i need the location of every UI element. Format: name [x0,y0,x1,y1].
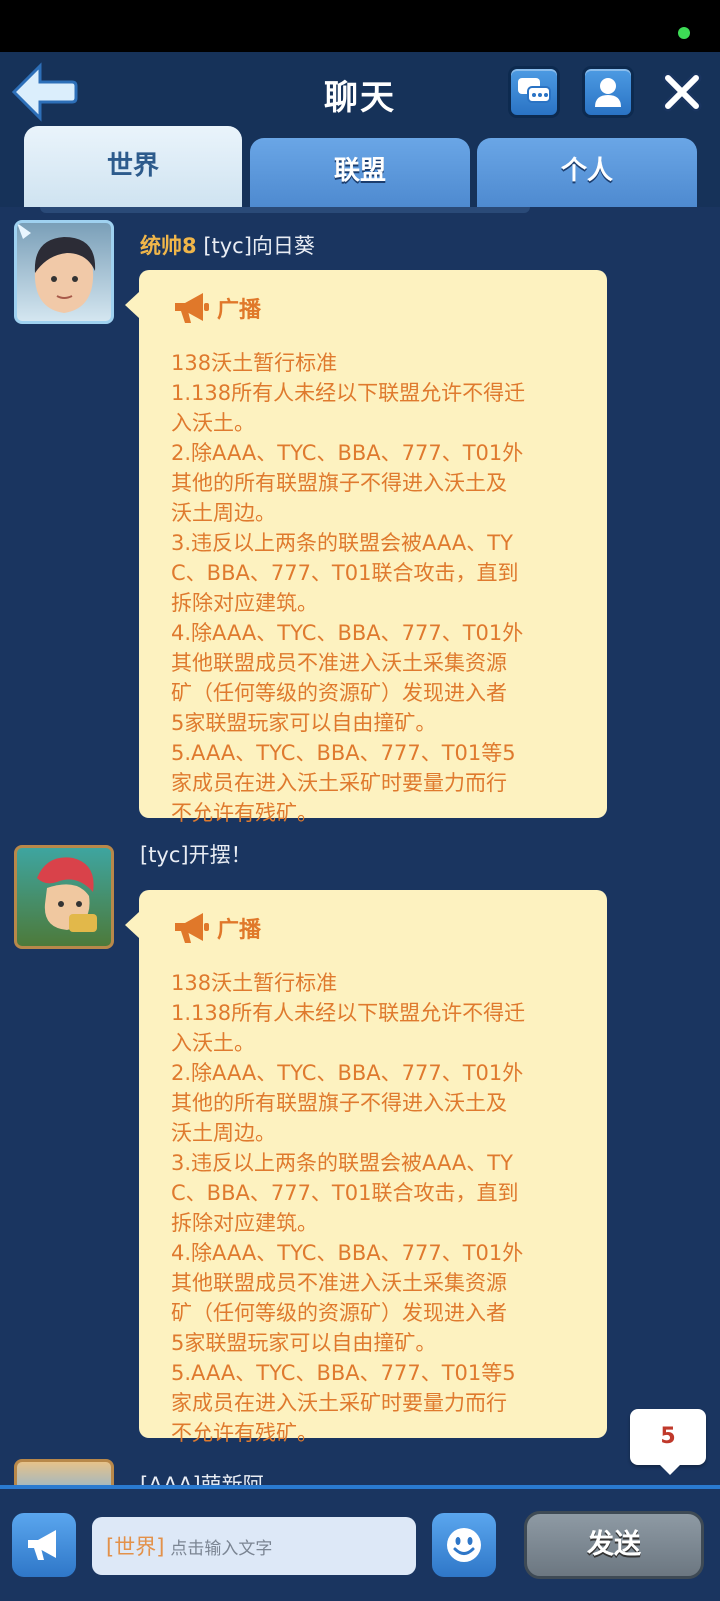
chat-header: 聊天 世界 联盟 个人 [0,52,720,207]
smiley-face-icon [447,1528,481,1562]
status-indicator-dot [678,27,690,39]
message-line: 矿（任何等级的资源矿）发现进入者 [171,1301,507,1325]
sender-name: [tyc]开摆！ [140,843,252,867]
avatar[interactable] [14,1459,114,1485]
message-sender[interactable]: 统帅8 [tyc]向日葵 [140,230,315,260]
message-line: 家成员在进入沃土采矿时要量力而行 [171,1391,507,1415]
emoji-button[interactable] [432,1513,496,1577]
status-bar [0,0,720,52]
message-line: 其他联盟成员不准进入沃土采集资源 [171,1271,507,1295]
avatar[interactable] [14,845,114,949]
message-line: 5家联盟玩家可以自由撞矿。 [171,711,437,735]
message-line: 其他联盟成员不准进入沃土采集资源 [171,651,507,675]
message-line: 沃土周边。 [171,1121,276,1145]
message-line: 4.除AAA、TYC、BBA、777、T01外 [171,621,524,645]
message-line: 不允许有残矿。 [171,801,318,825]
close-button[interactable] [656,66,708,118]
channel-tabs: 世界 联盟 个人 [0,126,720,207]
message-line: C、BBA、777、T01联合攻击，直到 [171,561,519,585]
megaphone-icon [175,293,209,323]
message-line: 138沃土暂行标准 [171,971,338,995]
broadcast-label: 广播 [217,298,262,323]
message-line: 1.138所有人未经以下联盟允许不得迁 [171,381,526,405]
chat-message-list[interactable]: 统帅8 [tyc]向日葵 广播 138沃土暂行标准 1.138所有人未经以下联盟… [0,207,720,1485]
input-placeholder: 点击输入文字 [170,1538,273,1559]
chat-bubbles-icon [518,78,551,103]
message-line: 2.除AAA、TYC、BBA、777、T01外 [171,1061,524,1085]
previous-message-edge [40,207,530,213]
broadcast-button[interactable] [12,1513,76,1577]
broadcast-header: 广播 [171,906,589,950]
message-line: 入沃土。 [171,411,255,435]
message-line: 2.除AAA、TYC、BBA、777、T01外 [171,441,524,465]
player-portrait-icon [37,857,97,932]
message-line: 3.违反以上两条的联盟会被AAA、TY [171,531,513,555]
sender-rank: 统帅8 [140,234,197,258]
person-icon [595,78,621,107]
message-line: 入沃土。 [171,1031,255,1055]
message-line: 1.138所有人未经以下联盟允许不得迁 [171,1001,526,1025]
message-line: 4.除AAA、TYC、BBA、777、T01外 [171,1241,524,1265]
tab-alliance[interactable]: 联盟 [250,138,470,207]
message-sender[interactable]: [AAA]萌新阿 [140,1469,264,1485]
message-line: 拆除对应建筑。 [171,591,318,615]
player-portrait-icon [17,223,96,313]
message-line: 不允许有残矿。 [171,1421,318,1445]
message-line: 5.AAA、TYC、BBA、777、T01等5 [171,1361,516,1385]
broadcast-label: 广播 [217,918,262,943]
message-line: 拆除对应建筑。 [171,1211,318,1235]
avatar[interactable] [14,220,114,324]
message-line: 5家联盟玩家可以自由撞矿。 [171,1331,437,1355]
send-button[interactable]: 发送 [524,1511,704,1579]
message-sender[interactable]: [tyc]开摆！ [140,839,252,869]
message-line: 其他的所有联盟旗子不得进入沃土及 [171,1091,507,1115]
unread-count-badge[interactable]: 5 [630,1409,706,1475]
tab-world[interactable]: 世界 [24,126,242,207]
message-input[interactable]: [世界] 点击输入文字 [92,1517,416,1575]
message-line: 家成员在进入沃土采矿时要量力而行 [171,771,507,795]
broadcast-message-bubble[interactable]: 广播 138沃土暂行标准 1.138所有人未经以下联盟允许不得迁 入沃土。 2.… [125,270,607,825]
tab-personal[interactable]: 个人 [477,138,697,207]
channel-prefix: [世界] [106,1535,165,1559]
profile-button[interactable] [582,66,634,118]
message-line: 5.AAA、TYC、BBA、777、T01等5 [171,741,516,765]
message-line: 3.违反以上两条的联盟会被AAA、TY [171,1151,513,1175]
broadcast-header: 广播 [171,286,589,330]
message-line: 138沃土暂行标准 [171,351,338,375]
chat-list-button[interactable] [508,66,560,118]
sender-name: [AAA]萌新阿 [140,1473,264,1485]
message-line: C、BBA、777、T01联合攻击，直到 [171,1181,519,1205]
broadcast-message-bubble[interactable]: 广播 138沃土暂行标准 1.138所有人未经以下联盟允许不得迁 入沃土。 2.… [125,890,607,1445]
message-line: 沃土周边。 [171,501,276,525]
chat-input-bar: [世界] 点击输入文字 发送 [0,1485,720,1601]
message-line: 其他的所有联盟旗子不得进入沃土及 [171,471,507,495]
message-line: 矿（任何等级的资源矿）发现进入者 [171,681,507,705]
megaphone-icon [28,1530,56,1560]
sender-name: [tyc]向日葵 [203,234,315,258]
close-x-icon [662,72,702,112]
megaphone-icon [175,913,209,943]
